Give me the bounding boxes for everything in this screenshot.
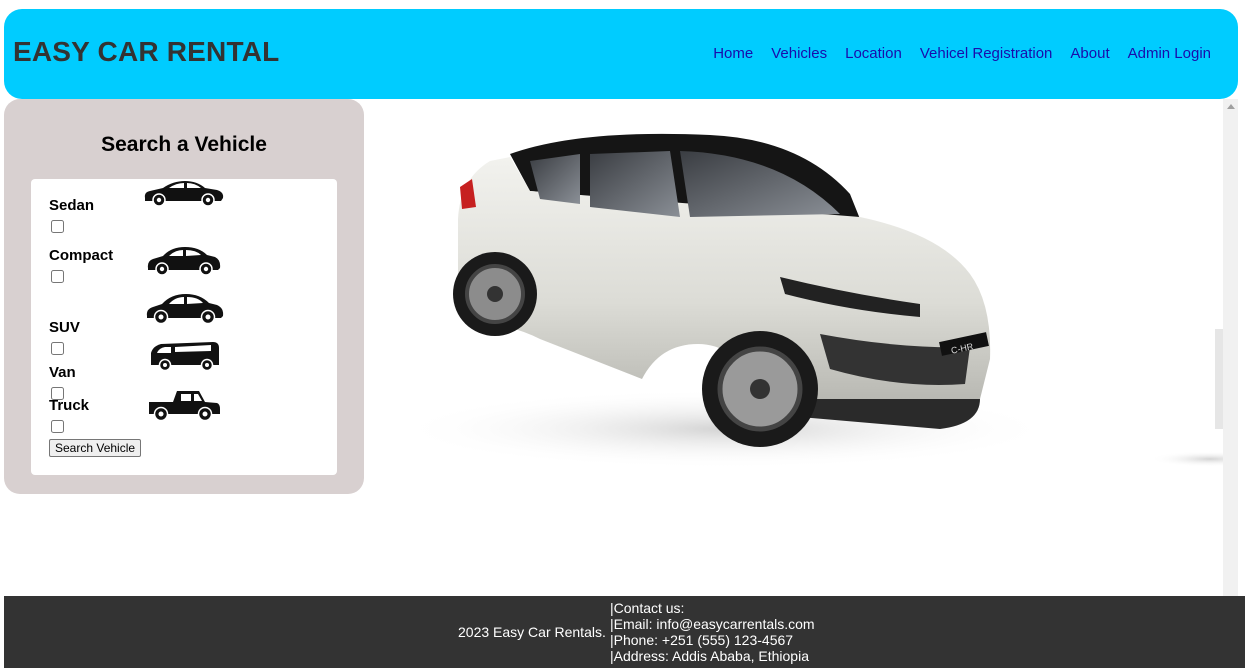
search-form: Sedan Compact SUV Van Truck Search Vehic…: [31, 179, 337, 475]
type-checkbox-truck[interactable]: [51, 420, 64, 433]
contact-address: |Address: Addis Ababa, Ethiopia: [610, 648, 809, 664]
scroll-up-arrow-icon[interactable]: [1227, 104, 1235, 109]
type-label-truck: Truck: [49, 397, 90, 414]
contact-phone: |Phone: +251 (555) 123-4567: [610, 632, 794, 648]
type-label-compact: Compact: [49, 247, 114, 264]
pickup-truck-icon: [149, 391, 220, 422]
nav-vehicle-registration[interactable]: Vehicel Registration: [920, 45, 1053, 62]
copyright-text: 2023 Easy Car Rentals.: [458, 624, 606, 640]
type-checkbox-compact[interactable]: [51, 270, 64, 283]
type-checkbox-suv[interactable]: [51, 342, 64, 355]
site-header: EASY CAR RENTAL Home Vehicles Location V…: [4, 9, 1238, 99]
type-checkbox-sedan[interactable]: [51, 220, 64, 233]
type-label-suv: SUV: [49, 319, 80, 336]
search-title: Search a Vehicle: [101, 133, 267, 156]
compact-car-icon: [147, 247, 221, 276]
site-footer: 2023 Easy Car Rentals. |Contact us: |Ema…: [4, 596, 1245, 668]
vertical-scrollbar[interactable]: [1223, 99, 1238, 596]
van-icon: [151, 342, 219, 372]
nav-admin-login[interactable]: Admin Login: [1128, 45, 1211, 62]
hero-car-image: C-HR: [380, 99, 1223, 596]
nav-location[interactable]: Location: [845, 45, 902, 62]
nav-vehicles[interactable]: Vehicles: [771, 45, 827, 62]
contact-heading: |Contact us:: [610, 600, 685, 616]
suv-icon: [146, 294, 224, 325]
type-label-van: Van: [49, 364, 76, 381]
search-vehicle-button[interactable]: Search Vehicle: [49, 439, 142, 457]
main-nav: Home Vehicles Location Vehicel Registrat…: [713, 45, 1211, 62]
nav-about[interactable]: About: [1070, 45, 1109, 62]
contact-email: |Email: info@easycarrentals.com: [610, 616, 815, 632]
nav-home[interactable]: Home: [713, 45, 753, 62]
site-title: EASY CAR RENTAL: [13, 36, 280, 67]
sedan-icon: [144, 181, 224, 207]
contact-info: |Contact us: |Email: info@easycarrentals…: [610, 600, 815, 664]
suv-photo: C-HR: [395, 133, 1223, 469]
search-sidebar: Search a Vehicle Sedan Compact SUV Van T…: [4, 99, 364, 494]
type-label-sedan: Sedan: [49, 197, 95, 214]
